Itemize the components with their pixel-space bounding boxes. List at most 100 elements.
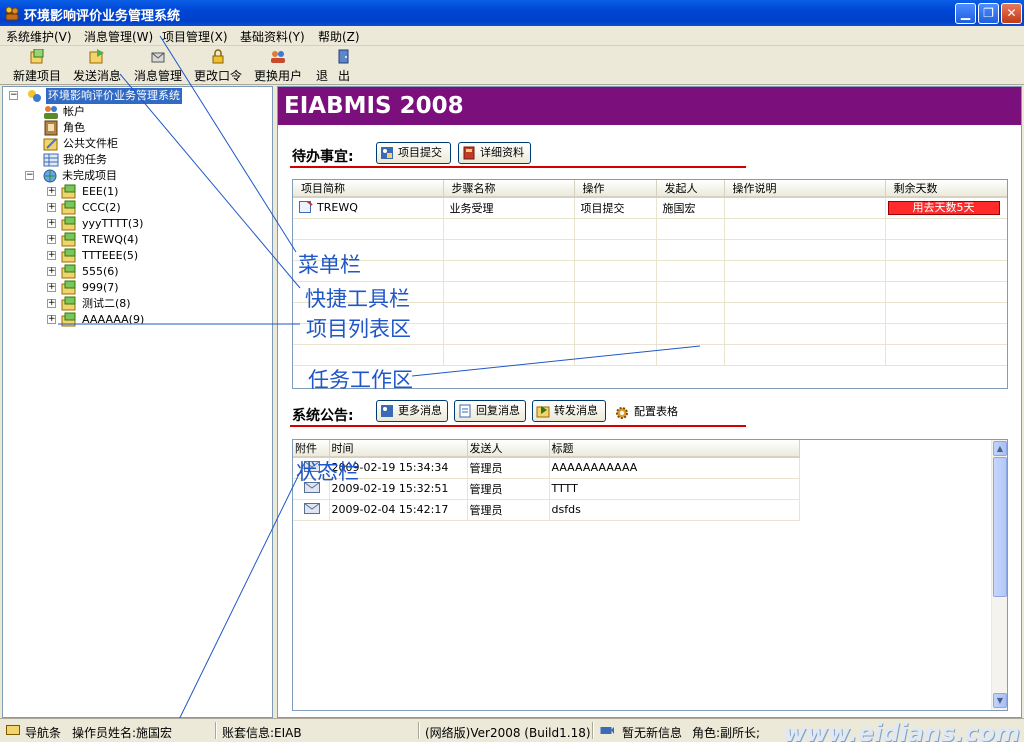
project-folder-icon: [61, 216, 76, 231]
notice-row[interactable]: 2009-02-19 15:32:51 管理员 TTTT: [293, 478, 800, 500]
switch-user-button[interactable]: 更换用户: [252, 49, 304, 83]
app-window: 环境影响评价业务管理系统 ▁ ❐ ✕ 系统维护(V) 消息管理(W) 项目管理(…: [0, 0, 1024, 742]
todo-cell: [724, 344, 886, 366]
config-table-link[interactable]: 配置表格: [614, 403, 678, 421]
more-messages-button[interactable]: 更多消息: [376, 400, 448, 422]
todo-cell: [885, 344, 1007, 366]
notice-table: 附件 时间 发送人 标题 2009-02-19 15:34:34 管理员 AAAAAAAA…: [292, 439, 1008, 711]
notice-column-header[interactable]: 标题: [549, 440, 800, 458]
todo-cell: [574, 281, 657, 303]
exit-button-label-2[interactable]: 出: [332, 49, 356, 83]
forward-message-button[interactable]: 转发消息: [532, 400, 606, 422]
expand-icon[interactable]: +: [47, 267, 56, 276]
new-project-button[interactable]: 新建项目: [12, 49, 62, 83]
todo-cell: [574, 239, 657, 261]
menu-system-maintain[interactable]: 系统维护(V): [6, 28, 72, 45]
close-button[interactable]: ✕: [1001, 3, 1022, 24]
menu-bar: 系统维护(V) 消息管理(W) 项目管理(X) 基础资料(Y) 帮助(Z): [0, 26, 1024, 46]
app-logo-icon: [5, 6, 19, 21]
message-manage-button[interactable]: 消息管理: [132, 49, 184, 83]
todo-cell: [656, 239, 725, 261]
todo-cell: [443, 323, 575, 345]
collapse-icon[interactable]: −: [9, 91, 18, 100]
role-icon: [44, 120, 58, 136]
todo-column-header[interactable]: 发起人: [656, 180, 725, 198]
expand-icon[interactable]: +: [47, 315, 56, 324]
todo-column-header[interactable]: 操作: [574, 180, 657, 198]
notice-column-header[interactable]: 附件: [293, 440, 330, 458]
expand-icon[interactable]: +: [47, 251, 56, 260]
message-manage-icon: [151, 52, 165, 63]
status-version: (网络版)Ver2008 (Build1.18): [425, 726, 591, 740]
notice-column-header[interactable]: 发送人: [467, 440, 550, 458]
expand-icon[interactable]: +: [47, 203, 56, 212]
todo-cell: [656, 281, 725, 303]
task-workspace: EIABMIS 2008 待办事宜: 项目提交 详细资料 项目简称 步骤名称 操作发…: [277, 86, 1022, 718]
tree-root[interactable]: − 环境影响评价业务管理系统: [9, 88, 209, 104]
reply-message-button[interactable]: 回复消息: [454, 400, 526, 422]
todo-cell: [885, 281, 1007, 303]
status-nav[interactable]: 导航条: [25, 724, 61, 741]
expand-icon[interactable]: +: [47, 283, 56, 292]
todo-row: [293, 218, 1007, 240]
todo-cell: [656, 323, 725, 345]
details-button[interactable]: 详细资料: [458, 142, 531, 164]
todo-heading: 待办事宜:: [292, 149, 354, 165]
todo-cell: [724, 239, 886, 261]
forward-icon: [536, 406, 550, 418]
message-icon: [600, 727, 614, 734]
todo-cell: [443, 302, 575, 324]
todo-cell: 项目提交: [574, 197, 657, 219]
todo-cell: [724, 281, 886, 303]
menu-base-data[interactable]: 基础资料(Y): [240, 28, 305, 45]
scroll-thumb[interactable]: [993, 457, 1007, 597]
todo-column-header[interactable]: 步骤名称: [443, 180, 575, 198]
project-folder-icon: [61, 296, 76, 311]
exit-button[interactable]: 退: [312, 49, 332, 83]
todo-cell: [724, 218, 886, 240]
minimize-button[interactable]: ▁: [955, 3, 976, 24]
todo-cell: [724, 260, 886, 282]
notice-cell: 管理员: [467, 499, 550, 521]
submit-project-button[interactable]: 项目提交: [376, 142, 451, 164]
tasks-icon: [43, 153, 59, 167]
new-project-icon: [30, 49, 44, 64]
expand-icon[interactable]: +: [47, 187, 56, 196]
change-password-button[interactable]: 更改口令: [192, 49, 244, 83]
notice-column-header[interactable]: 时间: [329, 440, 468, 458]
todo-column-header[interactable]: 剩余天数: [885, 180, 1007, 198]
project-folder-icon: [61, 264, 76, 279]
notice-cell: [293, 499, 330, 521]
menu-message-manage[interactable]: 消息管理(W): [84, 28, 153, 45]
envelope-icon[interactable]: [303, 502, 320, 514]
todo-column-header[interactable]: 项目简称: [293, 180, 444, 198]
todo-row[interactable]: TREWQ 业务受理 项目提交 施国宏 用去天数5天: [293, 197, 1007, 219]
todo-cell: [293, 218, 444, 240]
todo-cell: [443, 239, 575, 261]
scroll-up-icon[interactable]: ▲: [993, 441, 1007, 456]
scroll-down-icon[interactable]: ▼: [993, 693, 1007, 708]
globe-icon: [43, 169, 57, 183]
annotation-project-list: 项目列表区: [306, 317, 411, 341]
nav-icon: [6, 725, 20, 735]
days-remaining-badge: 用去天数5天: [887, 200, 1000, 215]
collapse-icon[interactable]: −: [25, 171, 34, 180]
project-tree-panel: − 环境影响评价业务管理系统 帐户 角色 公共文件柜 我的任务 − 未完成项目 …: [2, 86, 273, 718]
notice-row[interactable]: 2009-02-19 15:34:34 管理员 AAAAAAAAAAA: [293, 457, 800, 479]
send-message-button[interactable]: 发送消息: [72, 49, 122, 83]
status-separator: [592, 722, 594, 739]
restore-button[interactable]: ❐: [978, 3, 999, 24]
status-operator: 操作员姓名:施国宏: [72, 726, 173, 740]
todo-cell: [293, 344, 444, 366]
menu-help[interactable]: 帮助(Z): [318, 28, 360, 45]
todo-row: [293, 239, 1007, 261]
exit-door-icon: [338, 49, 349, 64]
notice-scrollbar[interactable]: ▲ ▼: [991, 440, 1007, 710]
todo-column-header[interactable]: 操作说明: [724, 180, 886, 198]
expand-icon[interactable]: +: [47, 235, 56, 244]
menu-project-manage[interactable]: 项目管理(X): [162, 28, 228, 45]
expand-icon[interactable]: +: [47, 299, 56, 308]
project-folder-icon: [61, 248, 76, 263]
expand-icon[interactable]: +: [47, 219, 56, 228]
notice-row[interactable]: 2009-02-04 15:42:17 管理员 dsfds: [293, 499, 800, 521]
